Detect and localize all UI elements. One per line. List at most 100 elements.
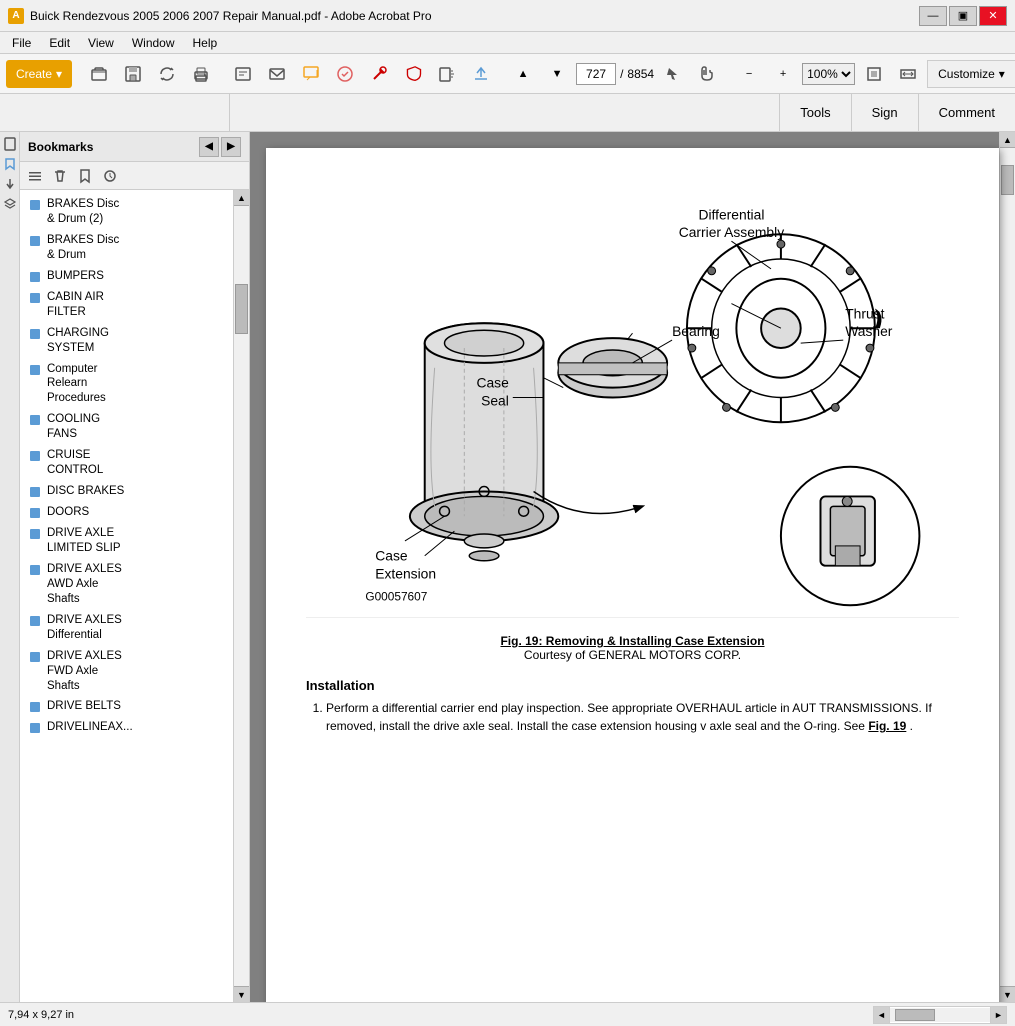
page-total: 8854 xyxy=(627,67,654,81)
close-button[interactable]: ✕ xyxy=(979,6,1007,26)
bookmark-item[interactable]: CRUISE CONTROL xyxy=(20,445,233,481)
scroll-down-button[interactable]: ▼ xyxy=(234,986,249,1002)
bookmark-item[interactable]: BRAKES Disc & Drum (2) xyxy=(20,194,233,230)
open-button[interactable] xyxy=(84,59,114,89)
bookmark-item[interactable]: DOORS xyxy=(20,502,233,523)
tools1-button[interactable] xyxy=(364,59,394,89)
tab-sign[interactable]: Sign xyxy=(851,94,918,131)
fig19-link[interactable]: Fig. 19 xyxy=(868,719,906,733)
menu-window[interactable]: Window xyxy=(124,34,183,52)
save-button[interactable] xyxy=(118,59,148,89)
attach-icon[interactable] xyxy=(2,176,18,192)
bookmark-item[interactable]: DRIVELINEAX... xyxy=(20,717,233,738)
bookmark-label: CHARGING SYSTEM xyxy=(47,326,109,356)
mail-button[interactable] xyxy=(262,59,292,89)
bookmark-label: DRIVE AXLES AWD Axle Shafts xyxy=(47,562,122,607)
bookmark-icon xyxy=(28,700,42,714)
minimize-button[interactable]: — xyxy=(919,6,947,26)
bookmark-icon xyxy=(28,721,42,735)
create-button[interactable]: Create ▾ xyxy=(6,60,72,88)
pointer-tool[interactable] xyxy=(658,59,688,89)
bookmark-menu-button[interactable] xyxy=(24,165,46,187)
prev-page-button[interactable]: ▲ xyxy=(508,59,538,89)
scroll-up-button[interactable]: ▲ xyxy=(234,190,249,206)
installation-step-1: Perform a differential carrier end play … xyxy=(326,699,959,735)
content-scroll-down[interactable]: ▼ xyxy=(1000,986,1015,1002)
bookmark-item[interactable]: DISC BRAKES xyxy=(20,481,233,502)
bookmarks-header: Bookmarks ◀ ▶ xyxy=(20,132,249,162)
protect-button[interactable] xyxy=(398,59,428,89)
step-period: . xyxy=(910,719,913,733)
menu-bar: File Edit View Window Help xyxy=(0,32,1015,54)
review-button[interactable] xyxy=(228,59,258,89)
bookmark-item[interactable]: DRIVE BELTS xyxy=(20,696,233,717)
bookmark-label: Computer Relearn Procedures xyxy=(47,362,106,407)
h-scroll-left[interactable]: ◄ xyxy=(874,1007,890,1023)
tab-tools[interactable]: Tools xyxy=(779,94,850,131)
bookmark-icon xyxy=(28,291,42,305)
menu-edit[interactable]: Edit xyxy=(41,34,78,52)
zoom-select[interactable]: 100% 75% 125% 150% xyxy=(802,63,855,85)
bookmark-item[interactable]: BUMPERS xyxy=(20,266,233,287)
bookmarks-scrollbar[interactable]: ▲ ▼ xyxy=(233,190,249,1002)
hand-tool[interactable] xyxy=(692,59,722,89)
nav-tabs-bar: Tools Sign Comment xyxy=(0,94,1015,132)
customize-button[interactable]: Customize ▾ xyxy=(927,60,1015,88)
h-scroll-right[interactable]: ► xyxy=(990,1007,1006,1023)
annotate-button[interactable] xyxy=(330,59,360,89)
bookmark-item[interactable]: DRIVE AXLES FWD Axle Shafts xyxy=(20,646,233,697)
figure-caption-note: Courtesy of GENERAL MOTORS CORP. xyxy=(524,648,741,662)
delete-bookmark-button[interactable] xyxy=(49,165,71,187)
bookmark-item[interactable]: DRIVE AXLES Differential xyxy=(20,610,233,646)
svg-text:Washer: Washer xyxy=(845,323,893,339)
title-bar: A Buick Rendezvous 2005 2006 2007 Repair… xyxy=(0,0,1015,32)
h-scrollbar[interactable]: ◄ ► xyxy=(873,1006,1007,1024)
new-bookmark-button[interactable] xyxy=(74,165,96,187)
layers-icon[interactable] xyxy=(2,196,18,212)
bookmark-side-icon[interactable] xyxy=(2,156,18,172)
menu-file[interactable]: File xyxy=(4,34,39,52)
bookmark-item[interactable]: DRIVE AXLES AWD Axle Shafts xyxy=(20,559,233,610)
h-scroll-thumb[interactable] xyxy=(895,1009,935,1021)
fit-page-button[interactable] xyxy=(859,59,889,89)
restore-button[interactable]: ▣ xyxy=(949,6,977,26)
bookmark-item[interactable]: COOLING FANS xyxy=(20,409,233,445)
page-number-input[interactable] xyxy=(576,63,616,85)
step-text: Perform a differential carrier end play … xyxy=(326,701,932,733)
sync-button[interactable] xyxy=(152,59,182,89)
bookmark-item[interactable]: BRAKES Disc & Drum xyxy=(20,230,233,266)
bookmark-item[interactable]: CABIN AIR FILTER xyxy=(20,287,233,323)
next-page-button[interactable]: ▼ xyxy=(542,59,572,89)
page-icon[interactable] xyxy=(2,136,18,152)
zoom-out-button[interactable]: − xyxy=(734,59,764,89)
zoom-in-button[interactable]: + xyxy=(768,59,798,89)
content-scroll-up[interactable]: ▲ xyxy=(1000,132,1015,148)
content-scrollbar[interactable]: ▲ ▼ xyxy=(999,132,1015,1002)
figure-caption-title: Fig. 19: Removing & Installing Case Exte… xyxy=(500,634,764,648)
comment-button[interactable] xyxy=(296,59,326,89)
installation-title: Installation xyxy=(306,678,959,693)
menu-help[interactable]: Help xyxy=(185,34,226,52)
bookmark-icon xyxy=(28,650,42,664)
toolbar: Create ▾ ▲ ▼ / 8854 xyxy=(0,54,1015,94)
properties-bookmark-button[interactable] xyxy=(99,165,121,187)
content-scroll-thumb[interactable] xyxy=(1001,165,1014,195)
collapse-panel-button[interactable]: ◀ xyxy=(199,137,219,157)
svg-text:Carrier Assembly: Carrier Assembly xyxy=(679,224,784,240)
export-button[interactable] xyxy=(466,59,496,89)
bookmark-icon xyxy=(28,413,42,427)
bookmark-item[interactable]: DRIVE AXLE LIMITED SLIP xyxy=(20,523,233,559)
scroll-thumb[interactable] xyxy=(235,284,248,334)
svg-text:Case: Case xyxy=(375,548,408,564)
bookmark-item[interactable]: Computer Relearn Procedures xyxy=(20,359,233,410)
expand-panel-button[interactable]: ▶ xyxy=(221,137,241,157)
bookmark-label: CRUISE CONTROL xyxy=(47,448,103,478)
bookmark-item[interactable]: CHARGING SYSTEM xyxy=(20,323,233,359)
fit-width-button[interactable] xyxy=(893,59,923,89)
content-area: ▲ ▼ xyxy=(250,132,1015,1002)
print-button[interactable] xyxy=(186,59,216,89)
create-arrow-icon: ▾ xyxy=(56,67,62,81)
menu-view[interactable]: View xyxy=(80,34,122,52)
ocr-button[interactable] xyxy=(432,59,462,89)
tab-comment[interactable]: Comment xyxy=(918,94,1015,131)
